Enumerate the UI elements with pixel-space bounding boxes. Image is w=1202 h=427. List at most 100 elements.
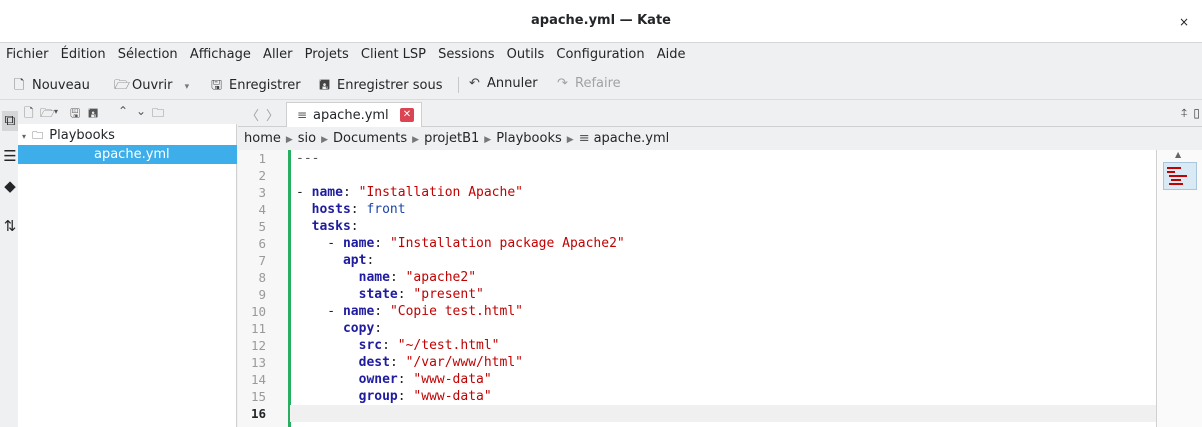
open-label: Ouvrir [132, 78, 173, 93]
menu-client-lsp[interactable]: Client LSP [357, 44, 430, 62]
sync-folder-icon[interactable]: 🗀 [152, 104, 164, 125]
save-as-button[interactable]: 🖪 Enregistrer sous [319, 76, 443, 98]
menu-projets[interactable]: Projets [301, 44, 353, 62]
open-button[interactable]: 🗁 Ouvrir ▾ [114, 76, 189, 98]
save-all-icon[interactable]: 🖪 [88, 104, 98, 125]
code-line[interactable]: - name: "Installation package Apache2" [296, 236, 624, 252]
symbols-panel-icon[interactable]: ☰ [2, 147, 18, 167]
open-file-dropdown-icon[interactable]: ▾ [54, 107, 58, 116]
code-line[interactable]: --- [296, 151, 319, 167]
undo-button[interactable]: ↶ Annuler [469, 76, 538, 91]
tree-folder-playbooks[interactable]: ▾ 🗀 Playbooks [18, 126, 237, 145]
code-token: : [389, 270, 406, 285]
code-line[interactable]: copy: [296, 321, 382, 337]
code-editor[interactable]: 1 2 3 4 5 6 7 8 9 10 11 12 13 14 15 16 -… [238, 150, 1156, 427]
code-token: : [382, 338, 398, 353]
file-tree: ▾ 🗀 Playbooks apache.yml [18, 126, 237, 164]
code-token: : [374, 321, 383, 336]
code-token: "www-data" [413, 372, 492, 387]
close-window-button[interactable]: × [1176, 14, 1192, 30]
pin-icon[interactable]: ⍏ [1181, 106, 1188, 121]
tab-apache-yml[interactable]: ≡ apache.yml ✕ [286, 102, 422, 127]
menu-affichage[interactable]: Affichage [186, 44, 255, 62]
code-token: tasks [311, 219, 351, 234]
code-line[interactable]: - name: "Copie test.html" [296, 304, 523, 320]
code-line[interactable]: owner: "www-data" [296, 372, 492, 388]
code-token: "www-data" [413, 389, 492, 404]
menu-outils[interactable]: Outils [503, 44, 549, 62]
breadcrumb-file[interactable]: apache.yml [594, 131, 670, 146]
code-token: "present" [413, 287, 484, 302]
file-panel-toolbar: 🗋 🗁 ▾ 🖫 🖪 ⌃ ⌄ 🗀 [18, 101, 237, 124]
menu-selection[interactable]: Sélection [114, 44, 182, 62]
menu-edition[interactable]: Édition [57, 44, 110, 62]
minimap-scrollbar[interactable]: ▲ [1156, 150, 1202, 427]
breadcrumb-documents[interactable]: Documents [333, 131, 407, 146]
new-file-icon[interactable]: 🗋 [24, 104, 34, 125]
new-document-icon: 🗋 [14, 78, 25, 93]
chevron-right-icon: ▶ [484, 135, 492, 145]
code-line[interactable]: name: "apache2" [296, 270, 476, 286]
save-file-icon[interactable]: 🖫 [70, 104, 80, 125]
menu-sessions[interactable]: Sessions [434, 44, 498, 62]
redo-icon: ↷ [557, 76, 568, 91]
previous-document-icon[interactable]: ⌃ [118, 104, 128, 118]
breadcrumb-sio[interactable]: sio [298, 131, 316, 146]
expand-arrow-icon[interactable]: ▾ [22, 132, 26, 141]
code-token: : [350, 219, 359, 234]
projects-panel-icon[interactable]: ⇅ [2, 217, 18, 237]
breadcrumb: home ▶ sio ▶ Documents ▶ projetB1 ▶ Playbooks ▶ ≡ a… [238, 128, 1202, 150]
code-line[interactable]: apt: [296, 253, 374, 269]
code-line[interactable]: - name: "Installation Apache" [296, 185, 523, 201]
new-label: Nouveau [32, 78, 90, 93]
tab-close-button[interactable]: ✕ [400, 108, 414, 122]
tab-forward-arrow-icon[interactable]: 〉 [266, 105, 279, 124]
menu-bar: Fichier Édition Sélection Affichage Alle… [0, 44, 1202, 68]
code-line[interactable]: hosts: front [296, 202, 406, 218]
documents-panel-icon[interactable]: ⧉ [2, 111, 18, 131]
line-number: 4 [258, 202, 266, 217]
git-panel-icon[interactable]: ◆ [2, 177, 18, 197]
tree-file-apache-yml[interactable]: apache.yml [18, 145, 237, 164]
tab-back-arrow-icon[interactable]: 〈 [246, 105, 259, 124]
open-dropdown-icon[interactable]: ▾ [185, 82, 190, 92]
code-token: name [311, 185, 343, 200]
line-number: 5 [258, 219, 266, 234]
menu-fichier[interactable]: Fichier [2, 44, 53, 62]
code-token: "/var/www/html" [405, 355, 523, 370]
code-line[interactable]: src: "~/test.html" [296, 338, 500, 354]
code-token: : [366, 253, 375, 268]
breadcrumb-projetb1[interactable]: projetB1 [424, 131, 479, 146]
open-file-icon[interactable]: 🗁 [40, 104, 55, 125]
code-token: apt [342, 253, 367, 268]
menu-configuration[interactable]: Configuration [552, 44, 648, 62]
line-number: 13 [250, 355, 266, 370]
new-button[interactable]: 🗋 Nouveau [14, 76, 90, 98]
breadcrumb-playbooks[interactable]: Playbooks [496, 131, 562, 146]
breadcrumb-home[interactable]: home [244, 131, 281, 146]
next-document-icon[interactable]: ⌄ [136, 104, 146, 118]
code-token: - [296, 185, 312, 200]
code-line[interactable]: tasks: [296, 219, 359, 235]
undo-icon: ↶ [469, 76, 480, 91]
redo-label: Refaire [575, 76, 621, 91]
tree-folder-label: Playbooks [49, 128, 115, 143]
menu-aller[interactable]: Aller [259, 44, 296, 62]
redo-button[interactable]: ↷ Refaire [557, 76, 621, 91]
save-as-label: Enregistrer sous [337, 78, 443, 93]
split-view-icon[interactable]: ▯ [1193, 106, 1200, 120]
menu-aide[interactable]: Aide [653, 44, 690, 62]
code-token: "Installation Apache" [358, 185, 523, 200]
line-number: 9 [258, 287, 266, 302]
code-line[interactable]: group: "www-data" [296, 389, 492, 405]
code-line[interactable]: state: "present" [296, 287, 484, 303]
chevron-right-icon: ▶ [285, 135, 293, 145]
scroll-up-arrow-icon[interactable]: ▲ [1175, 150, 1181, 159]
code-line[interactable]: dest: "/var/www/html" [296, 355, 523, 371]
save-button[interactable]: 🖫 Enregistrer [211, 76, 301, 98]
